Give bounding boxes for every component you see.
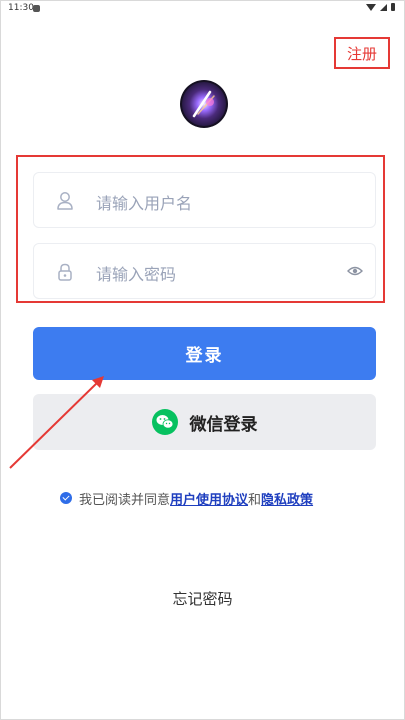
register-button[interactable]: 注册 xyxy=(347,43,377,64)
forgot-password-link[interactable]: 忘记密码 xyxy=(0,588,405,609)
username-input[interactable]: 请输入用户名 xyxy=(33,172,376,228)
lock-icon xyxy=(58,263,72,281)
password-placeholder: 请输入密码 xyxy=(96,265,177,284)
agreement-row: 我已阅读并同意 用户使用协议 和 隐私政策 xyxy=(60,488,380,508)
register-highlight: 注册 xyxy=(334,37,390,69)
battery-icon xyxy=(391,3,395,11)
wechat-icon xyxy=(151,409,178,435)
username-placeholder: 请输入用户名 xyxy=(96,194,193,213)
status-bar: 11:30 xyxy=(0,0,405,18)
signal-icon xyxy=(380,3,387,11)
app-logo xyxy=(180,80,228,128)
password-input[interactable]: 请输入密码 xyxy=(33,243,376,299)
annotation-arrow xyxy=(9,376,104,469)
user-icon xyxy=(57,192,73,210)
privacy-policy-link[interactable]: 隐私政策 xyxy=(261,489,313,508)
user-agreement-link[interactable]: 用户使用协议 xyxy=(170,489,248,508)
forgot-password-label: 忘记密码 xyxy=(172,590,233,608)
status-icons xyxy=(366,3,395,11)
eye-icon[interactable] xyxy=(347,265,363,277)
agreement-conjunction: 和 xyxy=(248,492,262,508)
notification-icon xyxy=(33,5,40,12)
status-time: 11:30 xyxy=(8,3,34,13)
login-label: 登录 xyxy=(185,346,224,366)
check-icon[interactable] xyxy=(60,492,72,504)
agreement-prefix: 我已阅读并同意 xyxy=(79,492,171,508)
wifi-icon xyxy=(366,3,376,11)
wechat-login-label: 微信登录 xyxy=(189,414,258,435)
